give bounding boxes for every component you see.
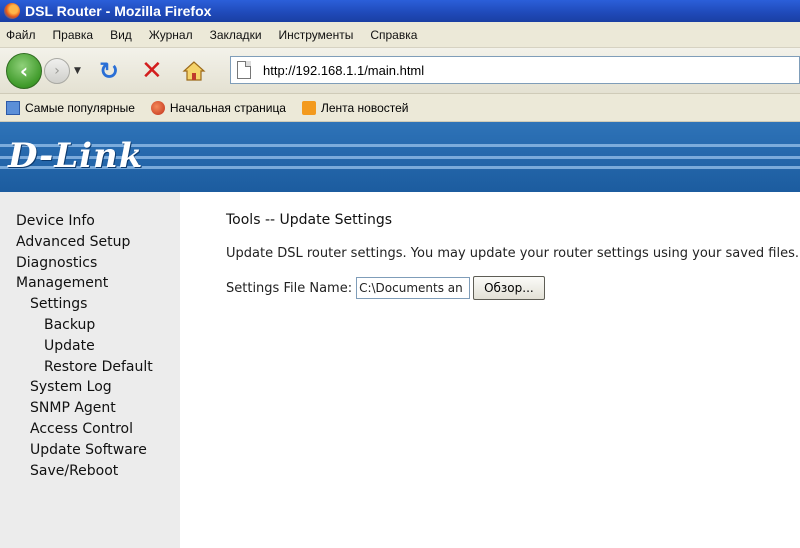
page-icon [237,61,251,79]
stop-icon: ✕ [141,55,163,86]
dlink-banner: D-Link [0,122,800,192]
bookmark-news-feed[interactable]: Лента новостей [301,100,409,115]
forward-button[interactable]: › [44,57,70,84]
bookmark-label: Начальная страница [169,100,286,115]
stop-button[interactable]: ✕ [141,58,163,84]
reload-icon: ↻ [98,56,120,85]
page-title: Tools -- Update Settings [226,212,393,228]
back-icon: ‹ [19,58,29,83]
menu-tools[interactable]: Инструменты [279,28,354,42]
sidebar-item-device-info[interactable]: Device Info [0,211,180,232]
firefox-icon [4,3,20,19]
navigation-toolbar: ‹ › ▼ ↻ ✕ http://192.168.1.1/main.html [0,48,800,94]
sidebar-item-system-log[interactable]: System Log [0,377,180,398]
sidebar-item-save-reboot[interactable]: Save/Reboot [0,461,180,482]
sidebar-item-diagnostics[interactable]: Diagnostics [0,253,180,274]
bookmark-label: Лента новостей [320,100,409,115]
forward-icon: › [54,62,60,79]
main-content: Tools -- Update Settings Update DSL rout… [180,192,800,548]
url-bar[interactable]: http://192.168.1.1/main.html [230,56,800,84]
dlink-logo: D-Link [8,136,144,176]
firefox-icon [150,100,165,115]
sidebar-item-settings[interactable]: Settings [0,294,180,315]
sidebar-item-backup[interactable]: Backup [0,315,180,336]
menubar: Файл Правка Вид Журнал Закладки Инструме… [0,22,800,48]
window-titlebar: DSL Router - Mozilla Firefox [0,0,800,22]
sidebar: Device Info Advanced Setup Diagnostics M… [0,192,180,548]
bookmarks-toolbar: Самые популярные Начальная страница Лент… [0,94,800,122]
menu-bookmarks[interactable]: Закладки [210,28,262,42]
sidebar-item-advanced-setup[interactable]: Advanced Setup [0,232,180,253]
menu-file[interactable]: Файл [6,28,36,42]
menu-view[interactable]: Вид [110,28,132,42]
sidebar-item-update[interactable]: Update [0,336,180,357]
sidebar-item-snmp-agent[interactable]: SNMP Agent [0,398,180,419]
sidebar-item-access-control[interactable]: Access Control [0,419,180,440]
sidebar-item-update-software[interactable]: Update Software [0,440,180,461]
bookmark-start-page[interactable]: Начальная страница [150,100,286,115]
window-title: DSL Router - Mozilla Firefox [25,3,212,19]
browse-button[interactable]: Обзор... [473,276,545,300]
page-description: Update DSL router settings. You may upda… [226,246,800,261]
settings-file-label: Settings File Name: [226,280,353,296]
bookmark-label: Самые популярные [25,100,135,115]
reload-button[interactable]: ↻ [99,59,119,83]
home-button[interactable] [181,58,207,84]
rss-icon [301,100,316,115]
bookmark-most-visited[interactable]: Самые популярные [6,100,135,115]
sidebar-item-management[interactable]: Management [0,273,180,294]
settings-file-input[interactable]: C:\Documents an [356,277,471,299]
url-text[interactable]: http://192.168.1.1/main.html [263,63,424,78]
history-dropdown-icon[interactable]: ▼ [74,66,81,76]
back-button[interactable]: ‹ [6,52,42,89]
home-icon [182,60,206,81]
menu-help[interactable]: Справка [370,28,417,42]
sidebar-item-restore-default[interactable]: Restore Default [0,357,180,378]
bookmark-icon [6,100,20,115]
menu-history[interactable]: Журнал [149,28,193,42]
settings-file-row: Settings File Name: C:\Documents an Обзо… [226,276,545,300]
menu-edit[interactable]: Правка [53,28,94,42]
